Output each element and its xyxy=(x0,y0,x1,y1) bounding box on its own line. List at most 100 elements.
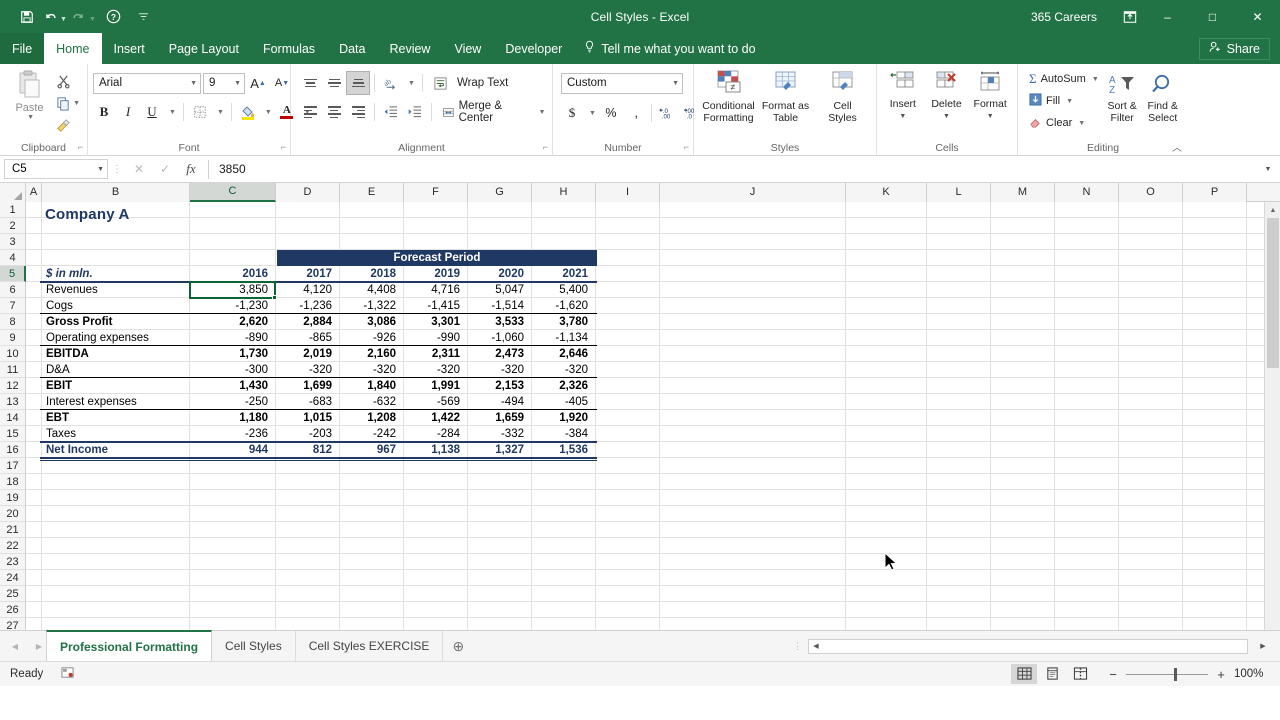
align-center-button[interactable] xyxy=(323,101,345,123)
row-header-13[interactable]: 13 xyxy=(0,394,25,410)
percent-format-button[interactable]: % xyxy=(600,102,622,124)
cell-D4-year[interactable]: 2017 xyxy=(277,266,337,282)
cell-D8-value[interactable]: -865 xyxy=(277,330,337,346)
name-box-chevron-down-icon[interactable]: ▼ xyxy=(97,166,104,173)
accounting-dropdown-icon[interactable]: ▼ xyxy=(585,102,598,124)
column-header-A[interactable]: A xyxy=(26,183,42,202)
zoom-slider[interactable] xyxy=(1126,667,1208,681)
row-header-14[interactable]: 14 xyxy=(0,410,25,426)
cell-H15-value[interactable]: 1,536 xyxy=(533,442,593,458)
cell-E10-value[interactable]: -320 xyxy=(341,362,401,378)
fill-handle[interactable] xyxy=(272,295,277,300)
ribbon-tab-data[interactable]: Data xyxy=(327,33,377,64)
find-select-button[interactable]: Find & Select xyxy=(1142,69,1183,139)
column-header-L[interactable]: L xyxy=(927,183,991,202)
ribbon-tab-review[interactable]: Review xyxy=(377,33,442,64)
cell-F8-value[interactable]: -990 xyxy=(405,330,465,346)
next-sheet-arrow-icon[interactable]: ▶ xyxy=(32,642,46,651)
vertical-scroll-thumb[interactable] xyxy=(1267,218,1279,368)
paste-dropdown-icon[interactable]: ▼ xyxy=(27,114,34,121)
cell-B14-label[interactable]: Taxes xyxy=(42,426,188,442)
record-macro-icon[interactable] xyxy=(61,666,74,682)
page-break-view-icon[interactable] xyxy=(1067,664,1093,684)
row-header-17[interactable]: 17 xyxy=(0,458,25,474)
cell-H8-value[interactable]: -1,134 xyxy=(533,330,593,346)
zoom-in-button[interactable]: + xyxy=(1215,667,1227,682)
format-painter-button[interactable] xyxy=(54,115,82,135)
cell-D15-value[interactable]: 812 xyxy=(277,442,337,458)
cell-H7-value[interactable]: 3,780 xyxy=(533,314,593,330)
cell-H14-value[interactable]: -384 xyxy=(533,426,593,442)
column-header-I[interactable]: I xyxy=(596,183,660,202)
save-icon[interactable] xyxy=(16,6,38,28)
cell-G14-value[interactable]: -332 xyxy=(469,426,529,442)
column-header-H[interactable]: H xyxy=(532,183,596,202)
clipboard-dialog-launcher[interactable]: ⌐ xyxy=(78,139,83,155)
cell-B9-label[interactable]: EBITDA xyxy=(42,346,188,362)
row-header-25[interactable]: 25 xyxy=(0,586,25,602)
cell-G8-value[interactable]: -1,060 xyxy=(469,330,529,346)
cell-F10-value[interactable]: -320 xyxy=(405,362,465,378)
cell-G5-value[interactable]: 5,047 xyxy=(469,282,529,298)
font-name-input[interactable]: Arial ▼ xyxy=(93,72,201,94)
underline-button[interactable]: U xyxy=(141,101,163,123)
fill-button[interactable]: Fill ▼ xyxy=(1026,91,1102,111)
align-middle-button[interactable] xyxy=(323,72,345,94)
customize-qat-chevron-down-icon[interactable] xyxy=(133,6,155,28)
cell-B5-label[interactable]: Revenues xyxy=(42,282,188,298)
number-format-select[interactable]: Custom ▼ xyxy=(561,72,683,94)
fill-dropdown-icon[interactable]: ▼ xyxy=(1066,98,1073,105)
cell-B1-company-title[interactable]: Company A xyxy=(45,206,130,223)
ribbon-tab-view[interactable]: View xyxy=(442,33,493,64)
cell-G4-year[interactable]: 2020 xyxy=(469,266,529,282)
cell-G15-value[interactable]: 1,327 xyxy=(469,442,529,458)
align-left-button[interactable] xyxy=(299,101,321,123)
cell-area[interactable]: Company A Forecast Period $ in mln. 2016… xyxy=(26,202,1280,630)
cell-F13-value[interactable]: 1,422 xyxy=(405,410,465,426)
cell-F11-value[interactable]: 1,991 xyxy=(405,378,465,394)
cell-E11-value[interactable]: 1,840 xyxy=(341,378,401,394)
vertical-scrollbar[interactable]: ▲ xyxy=(1264,202,1280,630)
cell-C8-value[interactable]: -890 xyxy=(191,330,273,346)
autosum-dropdown-icon[interactable]: ▼ xyxy=(1092,76,1099,83)
column-header-O[interactable]: O xyxy=(1119,183,1183,202)
column-header-J[interactable]: J xyxy=(660,183,846,202)
cell-G11-value[interactable]: 2,153 xyxy=(469,378,529,394)
horizontal-scroll-track[interactable] xyxy=(823,639,1247,653)
cell-D9-value[interactable]: 2,019 xyxy=(277,346,337,362)
align-top-button[interactable] xyxy=(299,72,321,94)
cell-C13-value[interactable]: 1,180 xyxy=(191,410,273,426)
cell-F15-value[interactable]: 1,138 xyxy=(405,442,465,458)
sheet-tab-cell-styles[interactable]: Cell Styles xyxy=(212,631,296,661)
clear-button[interactable]: Clear ▼ xyxy=(1026,113,1102,133)
format-cells-button[interactable]: Format ▼ xyxy=(968,66,1012,136)
cell-F9-value[interactable]: 2,311 xyxy=(405,346,465,362)
cell-H9-value[interactable]: 2,646 xyxy=(533,346,593,362)
bold-button[interactable]: B xyxy=(93,101,115,123)
column-header-K[interactable]: K xyxy=(846,183,927,202)
row-header-20[interactable]: 20 xyxy=(0,506,25,522)
row-header-6[interactable]: 6 xyxy=(0,282,25,298)
cell-G7-value[interactable]: 3,533 xyxy=(469,314,529,330)
scroll-left-arrow-icon[interactable]: ◀ xyxy=(809,642,823,650)
zoom-slider-thumb[interactable] xyxy=(1174,667,1177,681)
borders-dropdown-icon[interactable]: ▼ xyxy=(213,101,226,123)
orientation-button[interactable]: ab xyxy=(380,72,402,94)
cell-B4-units-label[interactable]: $ in mln. xyxy=(42,266,188,282)
insert-cells-dropdown-icon[interactable]: ▼ xyxy=(899,111,906,123)
cell-F6-value[interactable]: -1,415 xyxy=(405,298,465,314)
zoom-out-button[interactable]: − xyxy=(1107,667,1119,682)
cell-B6-label[interactable]: Cogs xyxy=(42,298,188,314)
maximize-button[interactable]: □ xyxy=(1190,0,1235,33)
format-cells-dropdown-icon[interactable]: ▼ xyxy=(987,111,994,123)
help-icon[interactable]: ? xyxy=(103,6,125,28)
cell-F7-value[interactable]: 3,301 xyxy=(405,314,465,330)
merge-center-button[interactable]: Merge & Center xyxy=(437,100,534,124)
cell-E4-year[interactable]: 2018 xyxy=(341,266,401,282)
ribbon-tab-insert[interactable]: Insert xyxy=(102,33,157,64)
column-header-G[interactable]: G xyxy=(468,183,532,202)
cell-E5-value[interactable]: 4,408 xyxy=(341,282,401,298)
row-header-1[interactable]: 1 xyxy=(0,202,25,218)
formula-input[interactable]: 3850 xyxy=(213,162,1260,176)
clear-dropdown-icon[interactable]: ▼ xyxy=(1078,120,1085,127)
